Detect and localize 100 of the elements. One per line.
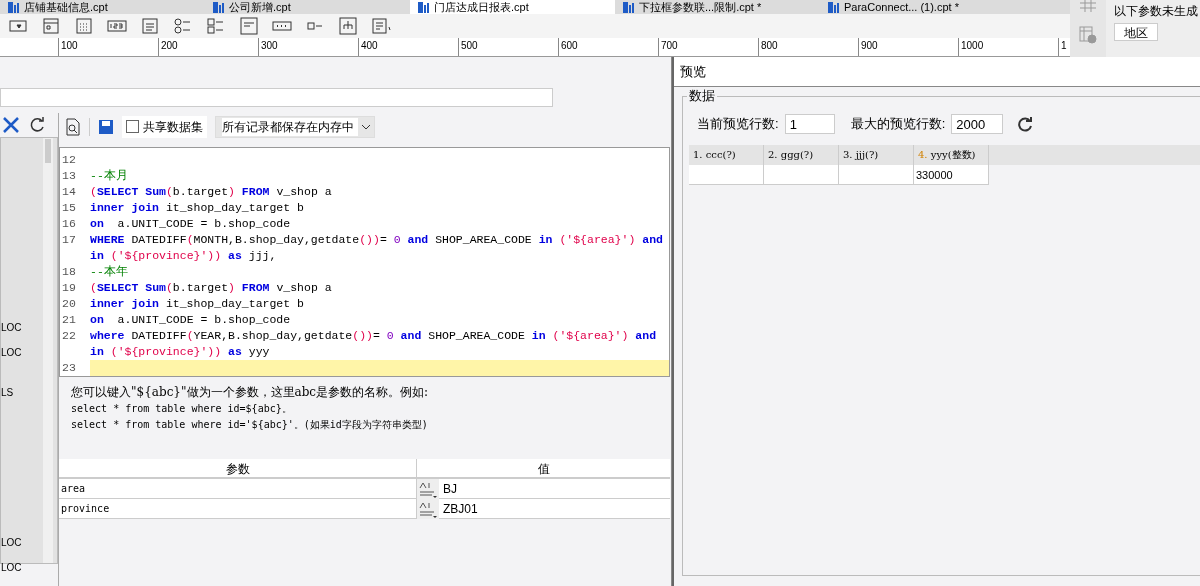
hint-text: select * from table where id='${abc}'。(如果id字段为字符串类型) <box>71 418 429 432</box>
sidebar-item[interactable]: LOC <box>1 345 43 360</box>
code-token: it_shop_day_target b <box>164 297 304 310</box>
code-token: MONTH,B.shop_day,getdate <box>193 233 360 246</box>
code-token: 0 <box>392 233 401 246</box>
sidebar-item[interactable]: LOC <box>1 535 43 550</box>
code-token: b.target <box>172 185 229 198</box>
share-dataset-checkbox[interactable]: 共享数据集 <box>122 115 207 138</box>
code-token: v_shop a <box>275 185 332 198</box>
code-token: = <box>373 329 380 342</box>
panel-icon[interactable] <box>41 17 61 35</box>
code-token: WHERE <box>90 233 125 246</box>
code-token: ) <box>621 329 629 342</box>
text-area-icon[interactable] <box>140 17 160 35</box>
tree-icon[interactable] <box>338 17 358 35</box>
text-field-icon[interactable] <box>239 17 259 35</box>
code-token: YEAR,B.shop_day,getdate <box>193 329 353 342</box>
code-token: ()) <box>359 233 380 246</box>
code-token: ( <box>109 345 118 358</box>
ruler-label: 600 <box>561 40 578 51</box>
notice-text: 以下参数未生成 <box>1114 3 1198 20</box>
parameter-button[interactable]: 地区 <box>1114 23 1158 41</box>
ruler-label: 400 <box>361 40 378 51</box>
code-token: ) <box>228 281 235 294</box>
sidebar-item[interactable]: LOC <box>1 320 43 335</box>
checkbox-group-icon[interactable] <box>206 17 226 35</box>
code-token: FROM <box>240 281 270 294</box>
code-token: inner join <box>90 297 159 310</box>
code-token: )) <box>207 345 222 358</box>
code-token: '${province}' <box>117 249 208 262</box>
max-rows-field[interactable]: 2000 <box>951 114 1004 134</box>
code-token: and <box>641 233 663 246</box>
tools-icon[interactable] <box>2 116 20 134</box>
field-label: 最大的预览行数: <box>850 115 946 134</box>
code-token: v_shop a <box>275 281 332 294</box>
combo-box-icon[interactable] <box>8 17 28 35</box>
ruler-label: 200 <box>161 40 178 51</box>
code-token: in <box>90 249 104 262</box>
parameter-name-cell: area <box>59 479 417 498</box>
sidebar-item[interactable]: LOC <box>1 560 43 575</box>
scrollbar-thumb[interactable] <box>45 139 51 163</box>
code-token: where <box>90 329 125 342</box>
code-token: b.target <box>172 281 229 294</box>
ruler-label: 900 <box>861 40 878 51</box>
code-token: DATEDIFF <box>130 233 187 246</box>
code-token: ) <box>228 185 235 198</box>
code-editor[interactable] <box>59 147 670 377</box>
report-file-icon <box>213 1 225 13</box>
ruler-label: 700 <box>661 40 678 51</box>
report-file-icon <box>828 1 840 13</box>
code-token: ( <box>90 281 97 294</box>
preview-icon[interactable] <box>65 117 81 136</box>
ruler-label: 300 <box>261 40 278 51</box>
group-label: 数据 <box>687 88 717 104</box>
code-token: ( <box>558 233 567 246</box>
form-edit-icon[interactable] <box>371 17 391 35</box>
window-title: 预览 <box>680 62 706 81</box>
sidebar-item[interactable]: LS <box>1 385 43 400</box>
code-token: SELECT <box>96 185 139 198</box>
code-token: ( <box>165 185 173 198</box>
radio-group-icon[interactable] <box>173 17 193 35</box>
code-token: 0 <box>385 329 394 342</box>
code-token: '${area}' <box>566 233 629 246</box>
refresh-icon[interactable] <box>28 116 46 134</box>
code-token: = <box>379 233 387 246</box>
code-token: as <box>227 345 242 358</box>
text-type-icon[interactable] <box>417 479 439 499</box>
calendar-icon[interactable] <box>74 17 94 35</box>
code-token: and <box>399 329 422 342</box>
report-file-icon <box>623 1 635 13</box>
storage-mode-select[interactable]: 所有记录都保存在内存中 <box>215 115 375 138</box>
code-token: '${province}' <box>117 345 208 358</box>
report-file-icon <box>8 1 20 13</box>
code-token: jjj, <box>247 249 277 262</box>
code-token: a.UNIT_CODE = b.shop_code <box>116 313 291 326</box>
code-token: SELECT <box>96 281 139 294</box>
table-cell: 330000 <box>914 165 989 185</box>
parameter-value-field[interactable]: ZBJ01 <box>439 499 670 518</box>
code-token: SHOP_AREA_CODE <box>434 233 532 246</box>
ruler-label: 100 <box>61 40 78 51</box>
code-token: Sum <box>144 185 166 198</box>
ruler-label: 800 <box>761 40 778 51</box>
parameter-value-field[interactable]: BJ <box>439 479 670 498</box>
code-token: in <box>530 329 546 342</box>
name-field[interactable] <box>0 88 553 107</box>
save-icon[interactable] <box>98 118 114 135</box>
current-rows-field[interactable]: 1 <box>784 114 835 134</box>
text-type-icon[interactable] <box>417 499 439 519</box>
hint-text: select * from table where id=${abc}。 <box>71 402 293 416</box>
code-token: on <box>90 313 104 326</box>
code-token: SHOP_AREA_CODE <box>427 329 525 342</box>
refresh-icon[interactable] <box>1017 116 1034 132</box>
code-token: ( <box>90 185 97 198</box>
ruler-label: 1 <box>1061 40 1067 51</box>
field-label: 当前预览行数: <box>697 115 779 134</box>
parameter-name-cell: province <box>59 499 417 518</box>
file-tab[interactable]: 门店达成日报表.cpt <box>410 0 615 14</box>
code-token: ()) <box>352 329 373 342</box>
line-number: 23 <box>60 360 90 376</box>
number-field-icon[interactable] <box>107 17 127 35</box>
